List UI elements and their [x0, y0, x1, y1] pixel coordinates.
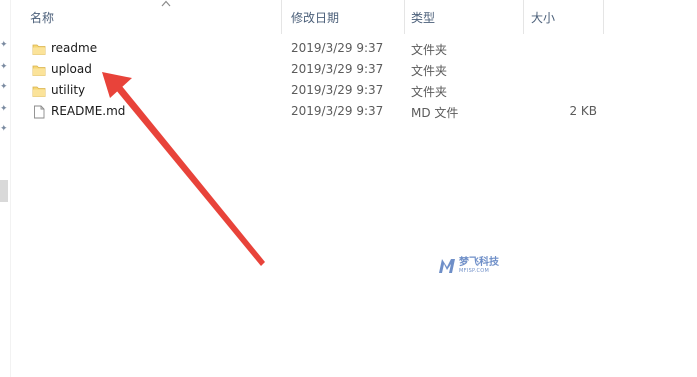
- file-name: upload: [51, 62, 92, 76]
- column-header-type[interactable]: 类型: [411, 0, 521, 34]
- file-name: README.md: [51, 104, 126, 118]
- file-type: 文件夹: [411, 85, 448, 99]
- pane-scrollbar-thumb[interactable]: [0, 180, 8, 202]
- column-header-size[interactable]: 大小: [531, 0, 591, 34]
- column-divider[interactable]: [523, 0, 524, 34]
- navigation-pane[interactable]: ✦ ✦ ✦ ✦ ✦: [0, 0, 11, 377]
- watermark-logo: 梦飞科技 MFISP.COM: [438, 256, 499, 276]
- file-type: 文件夹: [411, 64, 448, 78]
- file-size: 2 KB: [569, 104, 597, 118]
- file-row-readme[interactable]: readme 2019/3/29 9:37 文件夹: [30, 38, 630, 59]
- pin-icon: ✦: [0, 82, 8, 92]
- watermark-subtitle: MFISP.COM: [459, 268, 490, 274]
- file-name: utility: [51, 83, 86, 97]
- column-divider[interactable]: [281, 0, 282, 34]
- column-divider[interactable]: [404, 0, 405, 34]
- file-type: 文件夹: [411, 43, 448, 57]
- column-header-name[interactable]: 名称: [30, 0, 270, 34]
- folder-icon: [32, 41, 46, 55]
- file-date: 2019/3/29 9:37: [291, 104, 384, 118]
- file-type: MD 文件: [411, 106, 459, 120]
- folder-icon: [32, 83, 46, 97]
- file-row-utility[interactable]: utility 2019/3/29 9:37 文件夹: [30, 80, 630, 101]
- mf-logo-icon: [439, 259, 455, 273]
- watermark-title: 梦飞科技: [459, 257, 499, 268]
- pin-icon: ✦: [0, 124, 8, 134]
- file-date: 2019/3/29 9:37: [291, 83, 384, 97]
- file-icon: [32, 104, 46, 119]
- file-row-upload[interactable]: upload 2019/3/29 9:37 文件夹: [30, 59, 630, 80]
- pin-icon: ✦: [0, 104, 8, 114]
- column-header: 名称 修改日期 类型 大小: [11, 0, 697, 34]
- pin-icon: ✦: [0, 62, 8, 72]
- column-header-date[interactable]: 修改日期: [291, 0, 401, 34]
- pin-icon: ✦: [0, 40, 8, 50]
- file-name: readme: [51, 41, 98, 55]
- folder-icon: [32, 62, 46, 76]
- file-date: 2019/3/29 9:37: [291, 41, 384, 55]
- file-row-readme-md[interactable]: README.md 2019/3/29 9:37 MD 文件 2 KB: [30, 101, 630, 122]
- column-divider[interactable]: [603, 0, 604, 34]
- file-date: 2019/3/29 9:37: [291, 62, 384, 76]
